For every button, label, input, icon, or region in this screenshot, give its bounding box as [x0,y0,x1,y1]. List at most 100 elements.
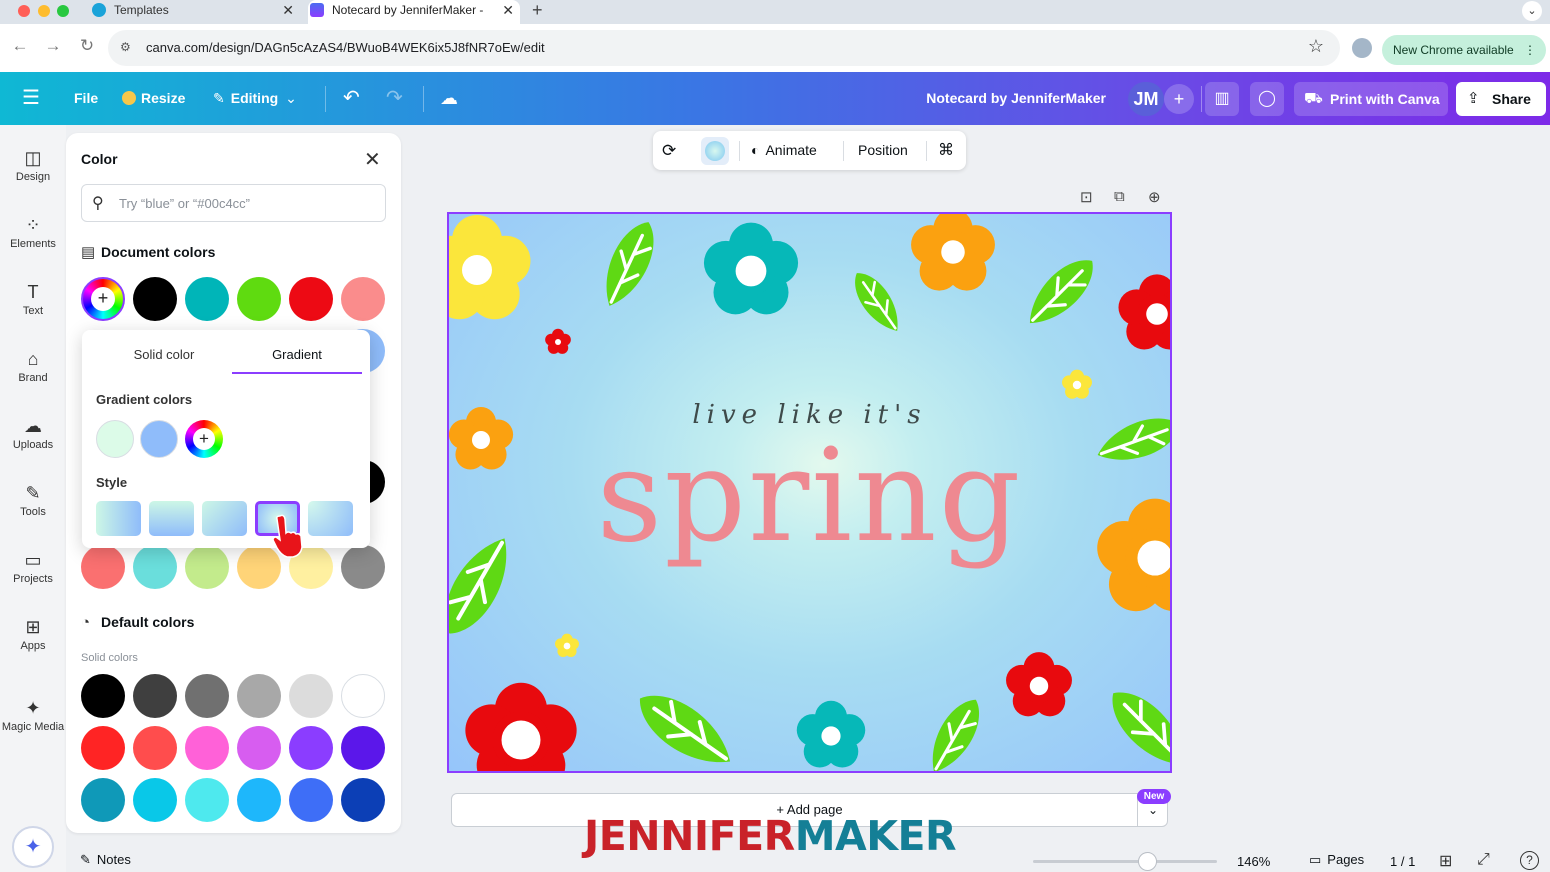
document-color-swatch[interactable] [289,277,333,321]
document-color-swatch[interactable] [185,277,229,321]
solid-color-swatch[interactable] [289,778,333,822]
document-color-swatch[interactable] [341,545,385,589]
reload-icon[interactable]: ↻ [75,36,99,56]
window-close-button[interactable] [18,5,30,17]
solid-color-swatch[interactable] [81,674,125,718]
add-color-button[interactable]: + [81,277,125,321]
rail-item-design[interactable]: ◫ Design [0,145,66,183]
tab-close-icon[interactable]: ✕ [282,0,294,20]
gradient-color-swatch[interactable] [96,420,134,458]
lock-icon[interactable]: ⊡ [1080,188,1093,206]
browser-tab-templates[interactable]: Templates ✕ [90,0,300,24]
solid-color-swatch[interactable] [341,674,385,718]
solid-color-swatch[interactable] [341,778,385,822]
document-title[interactable]: Notecard by JenniferMaker [926,72,1106,125]
document-color-swatch[interactable] [237,277,281,321]
chrome-update-button[interactable]: New Chrome available ⋮ [1382,35,1546,65]
back-arrow-icon[interactable]: ← [8,36,32,56]
animate-button[interactable]: ◐ Animate [751,131,817,170]
rail-item-projects[interactable]: ▭ Projects [0,547,66,585]
color-picker-button[interactable] [701,137,729,165]
solid-color-swatch[interactable] [237,726,281,770]
share-button[interactable]: ⇪ Share [1456,82,1546,116]
solid-color-swatch[interactable] [289,674,333,718]
redo-icon[interactable]: ↷ [386,72,403,125]
fullscreen-icon[interactable]: ⤢ [1477,851,1490,869]
solid-color-swatch[interactable] [237,778,281,822]
gradient-style-radial-corner[interactable] [308,501,353,536]
new-tab-button[interactable]: + [532,0,543,20]
address-bar[interactable]: ⚙ canva.com/design/DAGn5cAzAS4/BWuoB4WEK… [108,30,1340,66]
duplicate-page-icon[interactable]: ⧉ [1114,188,1125,205]
color-search-input[interactable]: ⚲ Try “blue” or “#00c4cc” [81,184,386,222]
site-info-icon[interactable]: ⚙ [120,40,134,54]
solid-color-swatch[interactable] [81,778,125,822]
document-color-swatch[interactable] [133,545,177,589]
solid-color-swatch[interactable] [341,726,385,770]
rail-item-magic-media[interactable]: ✦ Magic Media [0,695,66,733]
comment-icon[interactable]: ◯ [1250,82,1284,116]
copy-style-paint-roller-icon[interactable]: ⌘ [938,131,954,170]
gradient-style-linear-horizontal[interactable] [96,501,141,536]
rail-item-elements[interactable]: ⁘ Elements [0,212,66,250]
zoom-slider-thumb[interactable] [1138,852,1158,871]
window-minimize-button[interactable] [38,5,50,17]
more-menu-icon[interactable]: ⋮ [1524,35,1536,65]
notes-button[interactable]: ✎ Notes [80,852,131,868]
gradient-color-swatch[interactable] [140,420,178,458]
gradient-style-linear-vertical[interactable] [149,501,194,536]
add-collaborator-icon[interactable]: + [1164,84,1194,114]
solid-color-swatch[interactable] [133,674,177,718]
browser-tab-notecard[interactable]: Notecard by JenniferMaker - ✕ [308,0,520,24]
solid-color-swatch[interactable] [185,674,229,718]
profile-avatar[interactable] [1352,38,1372,58]
window-maximize-button[interactable] [57,5,69,17]
solid-color-swatch[interactable] [133,778,177,822]
gradient-style-linear-diagonal[interactable] [202,501,247,536]
element-toolbar: ⟳ ◐ Animate Position ⌘ [653,131,966,170]
tab-close-icon[interactable]: ✕ [502,0,514,20]
rail-item-uploads[interactable]: ☁ Uploads [0,413,66,451]
add-page-icon[interactable]: ⊕ [1148,188,1161,206]
hamburger-menu-icon[interactable]: ☰ [22,72,40,125]
position-button[interactable]: Position [858,131,908,170]
canva-assistant-button[interactable]: ✦ [12,826,54,868]
tab-solid-color[interactable]: Solid color [99,330,229,374]
solid-color-swatch[interactable] [81,726,125,770]
file-menu-button[interactable]: File [74,72,98,125]
undo-icon[interactable]: ↶ [343,72,360,125]
resize-button[interactable]: Resize [122,72,185,125]
cloud-saved-icon[interactable]: ☁ [440,72,458,125]
grid-view-icon[interactable]: ⊞ [1439,851,1452,871]
forward-arrow-icon[interactable]: → [41,36,65,56]
pages-button[interactable]: ▭ Pages [1309,852,1364,868]
rail-item-apps[interactable]: ⊞ Apps [0,614,66,652]
tab-search-chevron-icon[interactable]: ⌄ [1522,1,1542,21]
zoom-slider-track[interactable] [1033,860,1217,863]
rail-item-brand[interactable]: ⌂ Brand [0,346,66,384]
headline-text[interactable]: spring [449,422,1170,572]
zoom-value[interactable]: 146% [1237,854,1270,869]
solid-color-swatch[interactable] [133,726,177,770]
solid-color-swatch[interactable] [185,726,229,770]
close-icon[interactable]: ✕ [364,147,381,172]
print-with-canva-button[interactable]: ⛟ Print with Canva [1294,82,1448,116]
rail-item-text[interactable]: T Text [0,279,66,317]
document-color-swatch[interactable] [81,545,125,589]
solid-color-swatch[interactable] [185,778,229,822]
editing-mode-button[interactable]: ✎ Editing ⌄ [213,72,297,125]
add-gradient-color-button[interactable]: + [185,420,223,458]
document-color-swatch[interactable] [185,545,229,589]
help-icon[interactable]: ? [1520,851,1539,870]
bookmark-star-icon[interactable]: ☆ [1308,36,1324,57]
solid-color-swatch[interactable] [289,726,333,770]
solid-color-swatch[interactable] [237,674,281,718]
design-canvas[interactable]: live like it's spring [447,212,1172,773]
magic-edit-icon[interactable]: ⟳ [662,131,676,170]
document-color-swatch[interactable] [133,277,177,321]
document-color-swatch[interactable] [341,277,385,321]
insights-chart-icon[interactable]: ▥ [1205,82,1239,116]
tab-gradient[interactable]: Gradient [232,330,362,374]
user-avatar[interactable]: JM [1128,82,1164,116]
rail-item-tools[interactable]: ✎ Tools [0,480,66,518]
